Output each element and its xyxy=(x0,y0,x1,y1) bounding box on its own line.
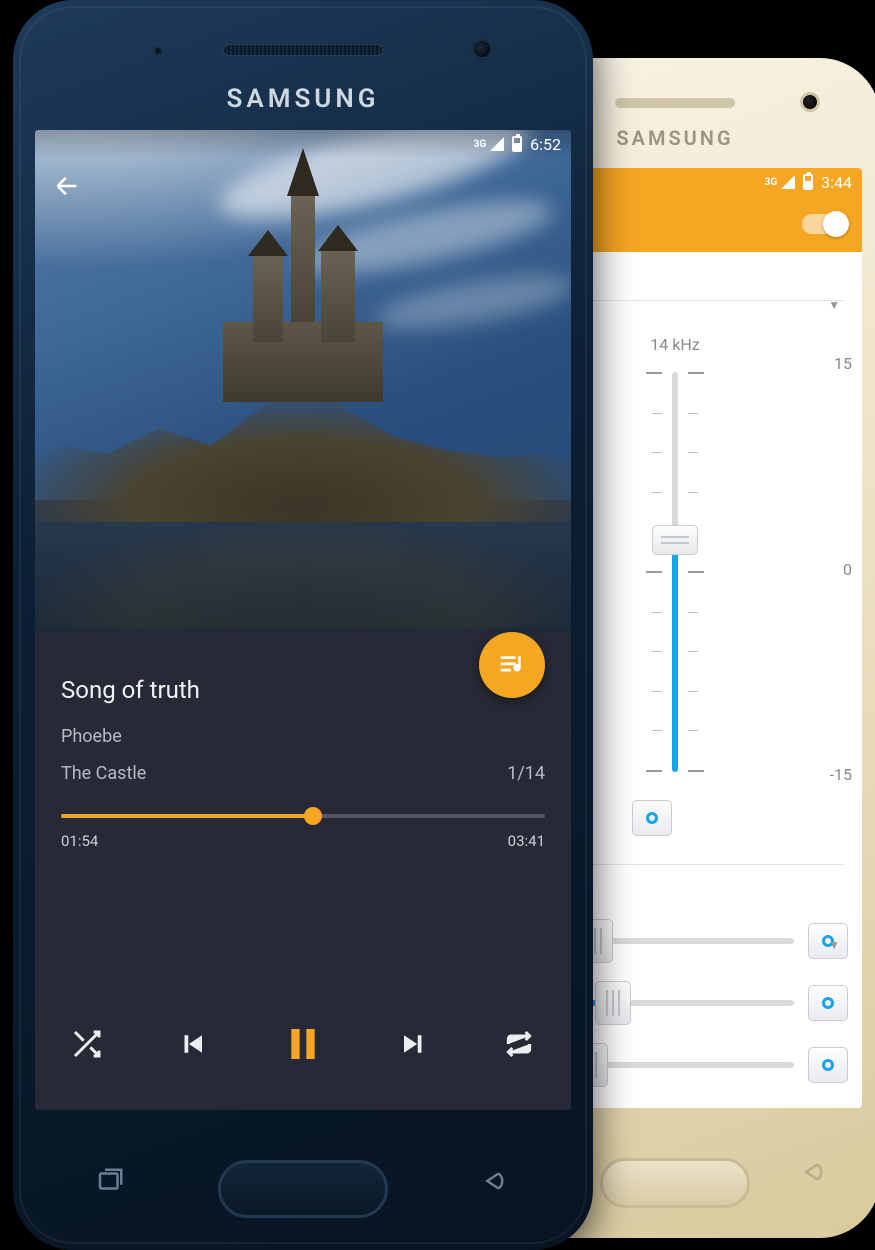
playlist-fab[interactable] xyxy=(479,632,545,698)
home-button[interactable] xyxy=(218,1160,388,1218)
music-player-app: 3G 6:52 Song of truth Phoebe The C xyxy=(35,130,571,1110)
front-screen: 3G 6:52 Song of truth Phoebe The C xyxy=(35,130,571,1110)
network-label: 3G xyxy=(474,139,487,150)
repeat-icon xyxy=(503,1028,535,1060)
shuffle-icon xyxy=(71,1028,103,1060)
scale-mid: 0 xyxy=(843,560,852,579)
front-camera xyxy=(800,92,820,112)
proximity-sensor xyxy=(153,46,163,56)
now-playing-panel: Song of truth Phoebe The Castle 1/14 01:… xyxy=(35,632,571,1110)
band-thumb[interactable] xyxy=(652,525,698,555)
band-reset-button[interactable] xyxy=(632,800,672,836)
progress-fill xyxy=(61,814,313,818)
artist-name: Phoebe xyxy=(61,726,545,747)
album-art xyxy=(35,130,571,632)
playback-controls xyxy=(61,1008,545,1092)
effect-reset-button[interactable] xyxy=(808,985,848,1021)
progress-slider[interactable] xyxy=(61,814,545,818)
progress-section: 01:54 03:41 xyxy=(61,814,545,850)
progress-thumb[interactable] xyxy=(304,807,322,825)
total-duration: 03:41 xyxy=(508,832,545,850)
back-nav-button[interactable] xyxy=(798,1157,832,1194)
phone-front-frame: SAMSUNG 3G 6:52 xyxy=(13,0,593,1250)
recent-apps-button[interactable] xyxy=(93,1166,127,1200)
playlist-music-icon xyxy=(497,650,527,680)
signal-icon xyxy=(781,175,795,189)
speaker-grille xyxy=(223,44,383,56)
skip-previous-icon xyxy=(177,1029,207,1059)
battery-icon xyxy=(803,174,813,190)
battery-icon xyxy=(512,136,522,152)
back-nav-button[interactable] xyxy=(479,1166,513,1200)
previous-button[interactable] xyxy=(172,1024,212,1064)
status-bar: 3G 6:52 xyxy=(35,130,571,158)
scale-min: -15 xyxy=(830,765,852,784)
brand-label: SAMSUNG xyxy=(13,84,593,114)
song-title: Song of truth xyxy=(61,676,545,704)
next-button[interactable] xyxy=(394,1024,434,1064)
speaker-grille xyxy=(615,98,735,108)
elapsed-time: 01:54 xyxy=(61,832,98,850)
pause-button[interactable] xyxy=(277,1018,329,1070)
back-button[interactable] xyxy=(53,172,81,204)
skip-next-icon xyxy=(399,1029,429,1059)
effect-thumb[interactable] xyxy=(595,981,631,1025)
pause-icon xyxy=(283,1022,323,1066)
band-slider[interactable] xyxy=(672,372,678,772)
preset-dropdown-caret-icon[interactable]: ▼ xyxy=(828,298,840,312)
home-button[interactable] xyxy=(600,1158,750,1208)
front-camera xyxy=(471,38,493,60)
eq-band: 14 kHz xyxy=(632,335,718,772)
eq-scale-labels: 15 0 -15 xyxy=(830,354,852,784)
network-label: 3G xyxy=(765,177,778,188)
eq-enable-toggle[interactable] xyxy=(802,214,846,234)
scale-max: 15 xyxy=(834,354,852,373)
effects-dropdown-caret-icon[interactable]: ▼ xyxy=(828,938,840,952)
band-fill xyxy=(672,540,678,772)
shuffle-button[interactable] xyxy=(67,1024,107,1064)
album-name: The Castle xyxy=(61,763,146,784)
signal-icon xyxy=(490,137,504,151)
clock: 6:52 xyxy=(530,135,561,154)
repeat-button[interactable] xyxy=(499,1024,539,1064)
clock: 3:44 xyxy=(821,173,852,192)
effect-reset-button[interactable] xyxy=(808,1047,848,1083)
track-index: 1/14 xyxy=(507,763,545,784)
band-label: 14 kHz xyxy=(650,335,699,354)
